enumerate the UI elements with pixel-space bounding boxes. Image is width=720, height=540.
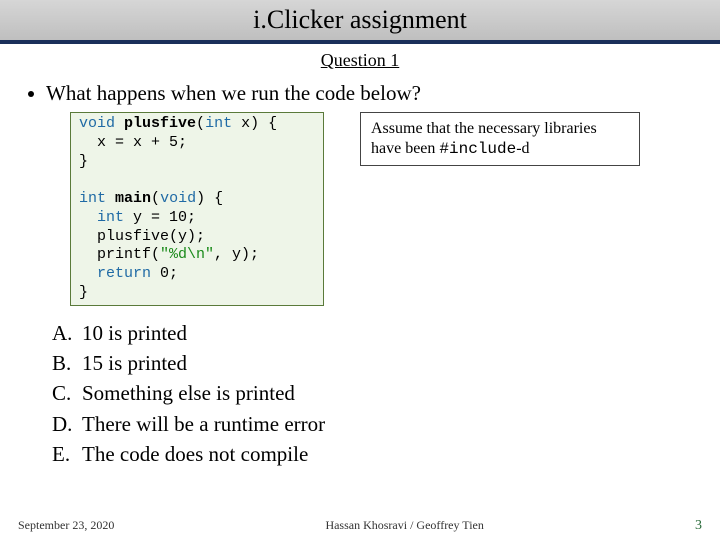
answer-text: Something else is printed [82, 378, 295, 408]
code-text: } [79, 153, 88, 170]
code-text: } [79, 284, 88, 301]
slide: { "title": "i.Clicker assignment", "ques… [0, 0, 720, 540]
answer-option: B.15 is printed [52, 348, 720, 378]
code-block-1: void plusfive(int x) { x = x + 5; } int … [70, 112, 324, 306]
code-keyword: void [160, 190, 196, 207]
code-text: 0; [151, 265, 178, 282]
answer-label: B. [52, 348, 82, 378]
answer-text: 15 is printed [82, 348, 187, 378]
note-mono: #include [439, 140, 516, 158]
answer-text: The code does not compile [82, 439, 308, 469]
question-bullet: What happens when we run the code below? [28, 81, 720, 106]
bullet-icon [28, 91, 34, 97]
footer-date: September 23, 2020 [18, 518, 114, 533]
code-keyword: int [97, 209, 124, 226]
footer-authors: Hassan Khosravi / Geoffrey Tien [325, 518, 483, 533]
answer-label: E. [52, 439, 82, 469]
answer-option: A.10 is printed [52, 318, 720, 348]
footer-page-number: 3 [695, 518, 702, 534]
answer-label: C. [52, 378, 82, 408]
code-text: , y); [214, 246, 259, 263]
code-string: "%d\n" [160, 246, 214, 263]
answer-label: D. [52, 409, 82, 439]
answer-option: C.Something else is printed [52, 378, 720, 408]
code-text: y = 10; [124, 209, 196, 226]
code-text: printf( [79, 246, 160, 263]
code-text: ) { [196, 190, 223, 207]
slide-footer: September 23, 2020 Hassan Khosravi / Geo… [0, 518, 720, 534]
answer-text: There will be a runtime error [82, 409, 325, 439]
note-text: -d [516, 140, 529, 157]
answer-option: D.There will be a runtime error [52, 409, 720, 439]
code-keyword: return [97, 265, 151, 282]
slide-title: i.Clicker assignment [253, 5, 467, 35]
answer-label: A. [52, 318, 82, 348]
answer-option: E.The code does not compile [52, 439, 720, 469]
assumption-note: Assume that the necessary libraries have… [360, 112, 640, 166]
code-keyword: void [79, 115, 115, 132]
code-text: plusfive(y); [79, 228, 205, 245]
code-keyword: int [79, 190, 106, 207]
code-fn-name: main [115, 190, 151, 207]
code-keyword: int [205, 115, 232, 132]
title-bar: i.Clicker assignment [0, 0, 720, 44]
question-number: Question 1 [0, 50, 720, 71]
answer-text: 10 is printed [82, 318, 187, 348]
answer-list: A.10 is printed B.15 is printed C.Someth… [52, 318, 720, 470]
code-column: void plusfive(int x) { x = x + 5; } int … [70, 112, 324, 306]
code-text: x = x + 5; [79, 134, 187, 151]
code-and-note-row: void plusfive(int x) { x = x + 5; } int … [70, 112, 720, 306]
code-fn-name: plusfive [124, 115, 196, 132]
code-text: x) { [232, 115, 277, 132]
question-text: What happens when we run the code below? [46, 81, 421, 106]
